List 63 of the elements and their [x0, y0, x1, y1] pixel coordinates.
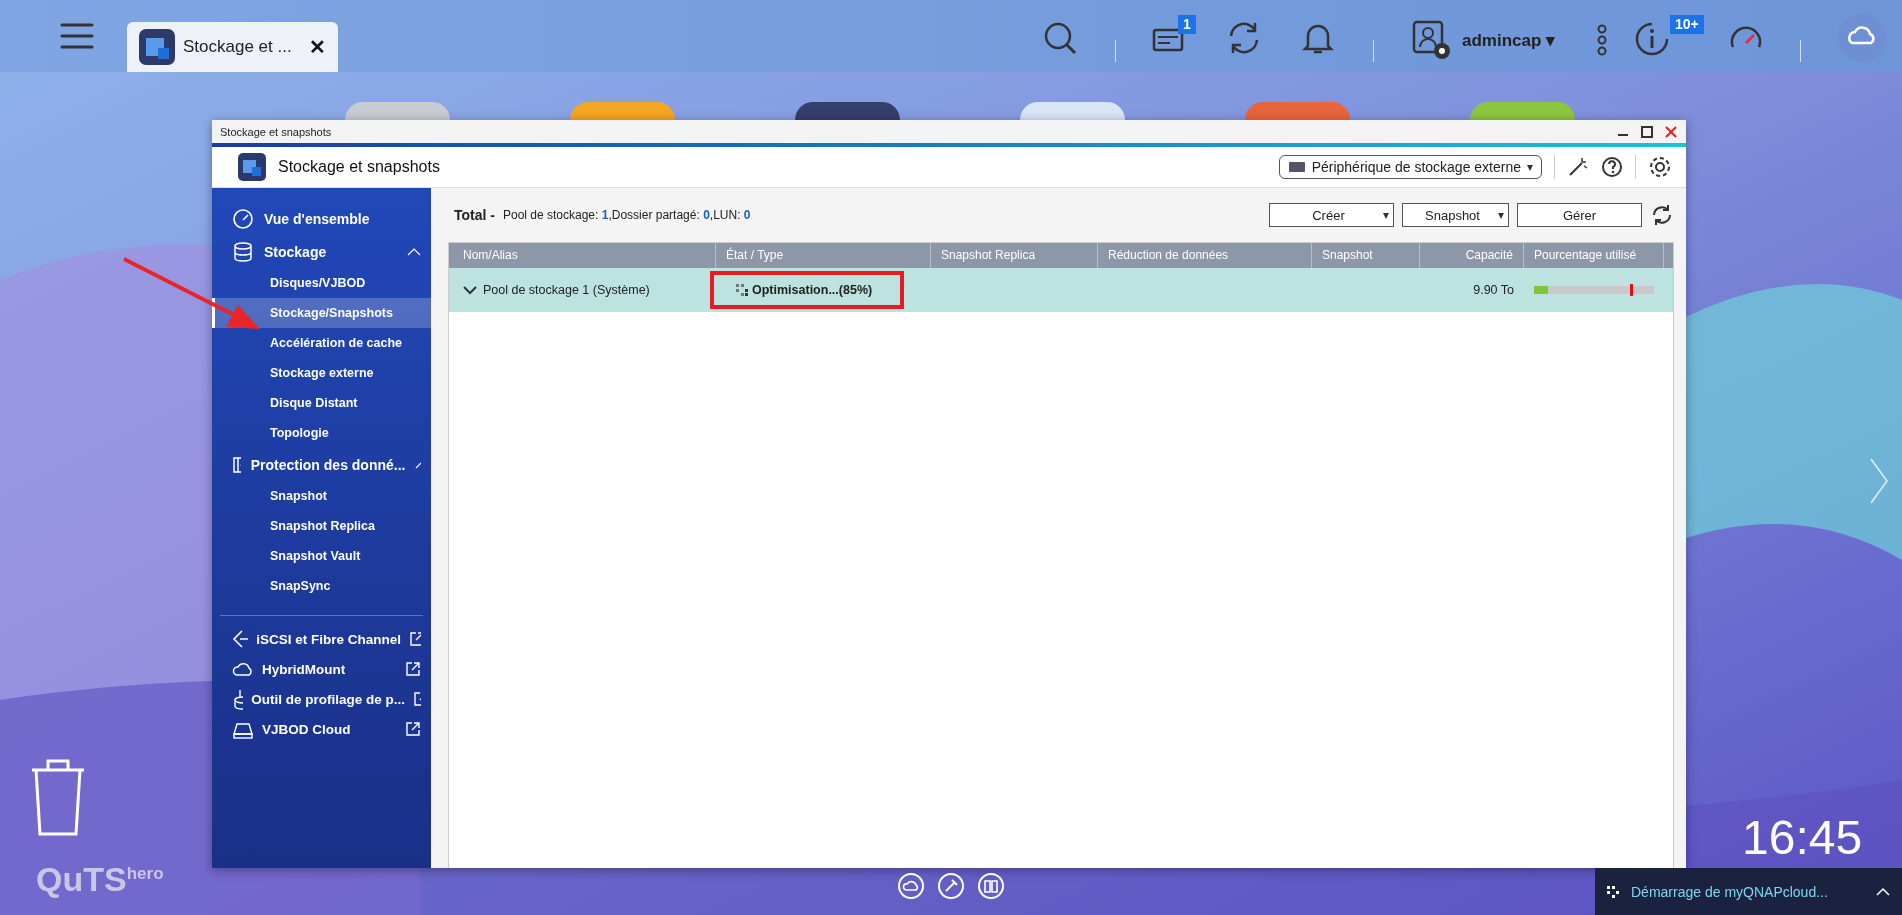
menu-icon[interactable]	[60, 22, 94, 50]
window-title: Stockage et snapshots	[220, 125, 332, 138]
tools-icon[interactable]	[937, 872, 965, 900]
cloud-icon[interactable]	[1838, 14, 1886, 62]
help-icon[interactable]	[1601, 156, 1623, 178]
capacity-value: 9.90 To	[1473, 283, 1514, 297]
chevron-icon[interactable]	[463, 285, 477, 295]
refresh-icon[interactable]	[1650, 203, 1674, 227]
connector-icon	[232, 628, 249, 650]
dropdown-button[interactable]: Créer ▾	[1269, 203, 1394, 227]
info-icon[interactable]	[1634, 21, 1670, 57]
more-icon[interactable]	[1596, 24, 1608, 56]
app-tab[interactable]: Stockage et ... ✕	[127, 22, 338, 72]
storage-app-icon	[238, 153, 266, 181]
book-icon[interactable]	[977, 872, 1005, 900]
search-icon[interactable]	[1042, 20, 1078, 56]
summary-text: Pool de stockage: 1,Dossier partagé: 0,LUN: 0	[502, 208, 751, 222]
sidebar-link[interactable]: HybridMount	[212, 654, 431, 684]
sidebar-item[interactable]: Stockage/Snapshots	[212, 298, 431, 328]
database-icon	[232, 240, 254, 263]
sidebar-item[interactable]: Snapshot Replica	[212, 511, 431, 541]
sidebar-item[interactable]: Stockage	[212, 235, 431, 268]
tab-label: Stockage et ...	[183, 37, 292, 57]
progress-grid-icon	[736, 284, 748, 296]
notification-badge: 10+	[1670, 15, 1704, 34]
clock: 16:45	[1742, 810, 1863, 865]
app-title: Stockage et snapshots	[278, 158, 440, 176]
dropdown-button[interactable]: Snapshot ▾	[1402, 203, 1509, 227]
user-icon[interactable]	[1412, 20, 1452, 60]
user-menu[interactable]: admincap ▾	[1462, 30, 1556, 51]
device-dropdown[interactable]: Périphérique de stockage externe ▾	[1278, 155, 1542, 179]
summary-title: Total -	[454, 207, 495, 223]
action-button[interactable]: Gérer	[1517, 203, 1642, 227]
settings-icon[interactable]	[1648, 155, 1672, 179]
sidebar-item[interactable]: Disques/VJBOD	[212, 268, 431, 298]
pool-name: Pool de stockage 1 (Système)	[483, 283, 650, 297]
notification-bar[interactable]: Démarrage de myQNAPcloud...	[1595, 868, 1902, 915]
app-icon[interactable]	[795, 102, 900, 120]
sidebar-item[interactable]: SnapSync	[212, 571, 431, 601]
sidebar-link[interactable]: Outil de profilage de p...	[212, 684, 431, 714]
drive-icon	[1287, 160, 1306, 174]
sidebar-item[interactable]: Disque Distant	[212, 388, 431, 418]
sidebar-item[interactable]: Snapshot	[212, 481, 431, 511]
sidebar-item[interactable]: Stockage externe	[212, 358, 431, 388]
sidebar-item[interactable]: Accélération de cache	[212, 328, 431, 358]
close-button[interactable]: ✕	[309, 35, 326, 59]
notification-text: Démarrage de myQNAPcloud...	[1631, 883, 1829, 900]
gauge-icon	[232, 207, 254, 230]
status-text: Optimisation...(85%)	[710, 271, 905, 309]
storage-app-icon	[139, 29, 175, 65]
logo: QuTS$^{hero}$	[36, 860, 164, 899]
close-icon[interactable]	[1664, 124, 1678, 139]
progress-grid-icon	[1607, 885, 1619, 898]
sidebar-item[interactable]: Snapshot Vault	[212, 541, 431, 571]
sidebar-link[interactable]: VJBOD Cloud	[212, 714, 431, 744]
cloud-icon[interactable]	[897, 872, 925, 900]
notification-badge: 1	[1178, 15, 1196, 34]
sidebar-link[interactable]: iSCSI et Fibre Channel	[212, 624, 431, 654]
maximize-icon[interactable]	[1640, 124, 1654, 139]
sidebar-item[interactable]: Vue d'ensemble	[212, 202, 431, 235]
sidebar-item[interactable]: Protection des donné...	[212, 448, 431, 481]
wand-icon[interactable]	[1567, 156, 1589, 178]
sidebar-item[interactable]: Topologie	[212, 418, 431, 448]
